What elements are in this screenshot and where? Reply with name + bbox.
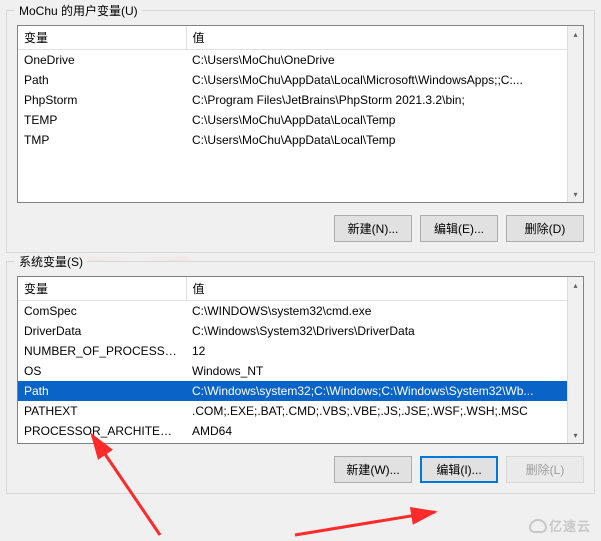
var-value-cell: C:\Users\MoChu\OneDrive <box>186 50 583 71</box>
table-row[interactable]: PhpStormC:\Program Files\JetBrains\PhpSt… <box>18 90 583 110</box>
scroll-up-icon[interactable]: ▴ <box>568 277 583 293</box>
table-row[interactable]: PathC:\Users\MoChu\AppData\Local\Microso… <box>18 70 583 90</box>
watermark: 亿速云 <box>529 516 591 535</box>
system-variables-group: 系统变量(S) 变量 值 ComSpecC:\WINDOWS\system32\… <box>6 261 595 494</box>
sys-edit-button[interactable]: 编辑(I)... <box>420 456 498 483</box>
scroll-down-icon[interactable]: ▾ <box>568 186 583 202</box>
var-value-cell: C:\Program Files\JetBrains\PhpStorm 2021… <box>186 90 583 110</box>
sys-col-name-header[interactable]: 变量 <box>18 277 186 301</box>
table-row[interactable]: PATHEXT.COM;.EXE;.BAT;.CMD;.VBS;.VBE;.JS… <box>18 401 583 421</box>
user-col-name-header[interactable]: 变量 <box>18 26 186 50</box>
table-row[interactable]: ComSpecC:\WINDOWS\system32\cmd.exe <box>18 301 583 322</box>
table-row[interactable]: PathC:\Windows\system32;C:\Windows;C:\Wi… <box>18 381 583 401</box>
var-name-cell: TMP <box>18 130 186 150</box>
sys-delete-button[interactable]: 删除(L) <box>506 456 584 483</box>
var-value-cell: AMD64 <box>186 421 583 441</box>
scroll-up-icon[interactable]: ▴ <box>568 26 583 42</box>
var-name-cell: TEMP <box>18 110 186 130</box>
table-row[interactable]: OSWindows_NT <box>18 361 583 381</box>
var-value-cell: C:\Windows\system32;C:\Windows;C:\Window… <box>186 381 583 401</box>
sys-scrollbar[interactable]: ▴ ▾ <box>567 277 583 443</box>
system-variables-table-wrap: 变量 值 ComSpecC:\WINDOWS\system32\cmd.exeD… <box>17 276 584 444</box>
var-name-cell: PATHEXT <box>18 401 186 421</box>
table-row[interactable]: TEMPC:\Users\MoChu\AppData\Local\Temp <box>18 110 583 130</box>
var-name-cell: Path <box>18 381 186 401</box>
sys-col-value-header[interactable]: 值 <box>186 277 583 301</box>
var-value-cell: C:\Users\MoChu\AppData\Local\Temp <box>186 110 583 130</box>
table-row[interactable]: DriverDataC:\Windows\System32\Drivers\Dr… <box>18 321 583 341</box>
user-edit-button[interactable]: 编辑(E)... <box>420 215 498 242</box>
var-name-cell: Path <box>18 70 186 90</box>
user-scrollbar[interactable]: ▴ ▾ <box>567 26 583 202</box>
user-variables-group: MoChu 的用户变量(U) 变量 值 OneDriveC:\Users\MoC… <box>6 10 595 253</box>
var-value-cell: C:\WINDOWS\system32\cmd.exe <box>186 301 583 322</box>
var-value-cell: C:\Windows\System32\Drivers\DriverData <box>186 321 583 341</box>
user-col-value-header[interactable]: 值 <box>186 26 583 50</box>
var-value-cell: .COM;.EXE;.BAT;.CMD;.VBS;.VBE;.JS;.JSE;.… <box>186 401 583 421</box>
system-variables-table[interactable]: 变量 值 ComSpecC:\WINDOWS\system32\cmd.exeD… <box>18 277 583 441</box>
sys-new-button[interactable]: 新建(W)... <box>334 456 412 483</box>
var-name-cell: OneDrive <box>18 50 186 71</box>
table-row[interactable]: PROCESSOR_ARCHITECT...AMD64 <box>18 421 583 441</box>
cloud-icon <box>529 519 547 533</box>
var-name-cell: PROCESSOR_ARCHITECT... <box>18 421 186 441</box>
var-name-cell: NUMBER_OF_PROCESSORS <box>18 341 186 361</box>
watermark-text: 亿速云 <box>549 516 591 535</box>
user-new-button[interactable]: 新建(N)... <box>334 215 412 242</box>
user-variables-table-wrap: 变量 值 OneDriveC:\Users\MoChu\OneDrivePath… <box>17 25 584 203</box>
user-delete-button[interactable]: 删除(D) <box>506 215 584 242</box>
var-value-cell: C:\Users\MoChu\AppData\Local\Temp <box>186 130 583 150</box>
table-row[interactable]: NUMBER_OF_PROCESSORS12 <box>18 341 583 361</box>
var-name-cell: DriverData <box>18 321 186 341</box>
user-variables-label: MoChu 的用户变量(U) <box>15 2 142 19</box>
var-value-cell: 12 <box>186 341 583 361</box>
var-name-cell: OS <box>18 361 186 381</box>
table-row[interactable]: OneDriveC:\Users\MoChu\OneDrive <box>18 50 583 71</box>
var-name-cell: ComSpec <box>18 301 186 322</box>
var-name-cell: PhpStorm <box>18 90 186 110</box>
var-value-cell: Windows_NT <box>186 361 583 381</box>
table-row[interactable]: TMPC:\Users\MoChu\AppData\Local\Temp <box>18 130 583 150</box>
system-variables-label: 系统变量(S) <box>15 253 87 270</box>
var-value-cell: C:\Users\MoChu\AppData\Local\Microsoft\W… <box>186 70 583 90</box>
scroll-down-icon[interactable]: ▾ <box>568 427 583 443</box>
user-variables-table[interactable]: 变量 值 OneDriveC:\Users\MoChu\OneDrivePath… <box>18 26 583 150</box>
